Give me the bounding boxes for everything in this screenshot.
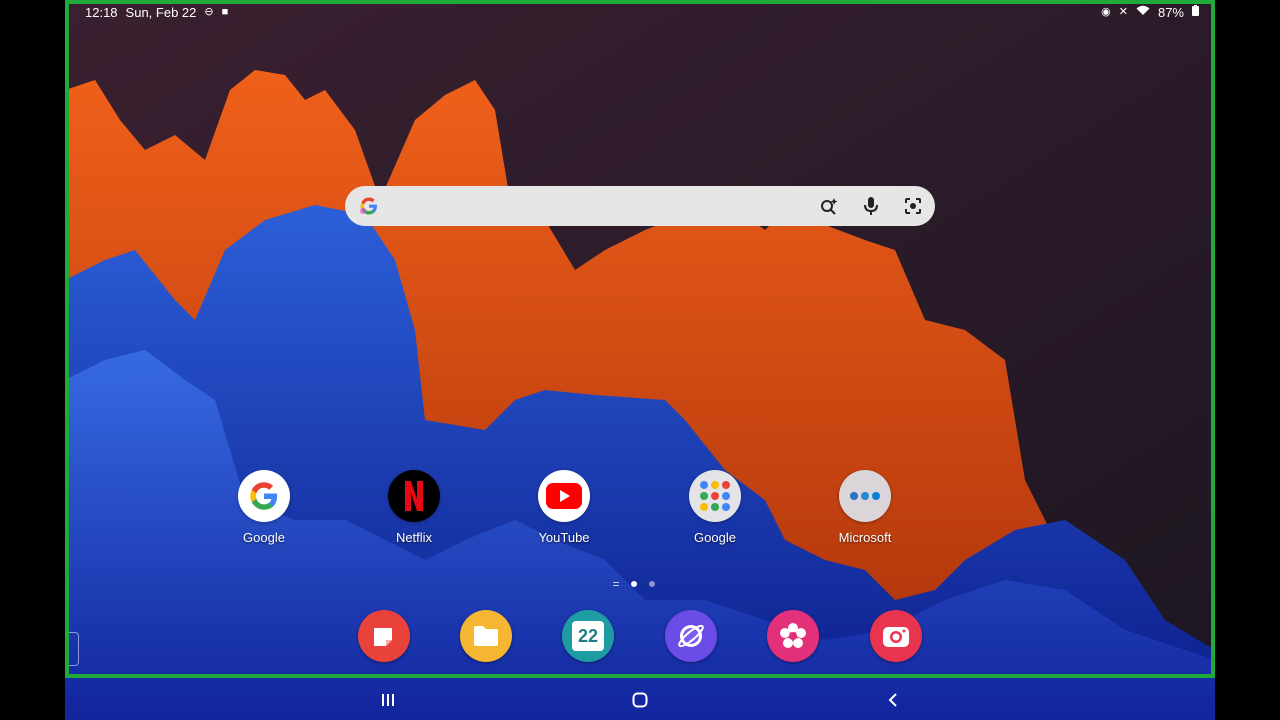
home-pages-icon (613, 582, 619, 586)
my-files-icon[interactable] (460, 610, 512, 662)
edge-panel-handle[interactable] (65, 632, 79, 666)
battery-icon (1192, 5, 1199, 19)
alarm-icon: ◉ (1101, 5, 1111, 18)
dnd-icon: ⊖ (204, 5, 214, 18)
camera-icon[interactable] (870, 610, 922, 662)
gallery-icon[interactable] (767, 610, 819, 662)
letterbox-left (0, 0, 65, 720)
app-label: YouTube (538, 530, 590, 545)
lens-camera-icon[interactable] (903, 196, 923, 216)
app-youtube[interactable]: YouTube (514, 470, 614, 545)
calendar-icon[interactable]: 22 (562, 610, 614, 662)
microphone-icon[interactable] (861, 196, 881, 216)
recent-apps-icon[interactable] (376, 688, 400, 712)
mute-icon: ✕ (1118, 5, 1128, 18)
status-time: 12:18 (85, 4, 118, 20)
google-logo-icon (355, 192, 383, 220)
screen-record-icon: ■ (221, 5, 229, 18)
app-label: Microsoft (838, 530, 892, 545)
samsung-internet-icon[interactable] (665, 610, 717, 662)
app-netflix[interactable]: Netflix (364, 470, 464, 545)
page-dot-active (631, 581, 637, 587)
calendar-date: 22 (572, 621, 604, 651)
samsung-notes-icon[interactable] (358, 610, 410, 662)
page-indicator[interactable] (613, 581, 655, 587)
home-icon[interactable] (628, 688, 652, 712)
battery-level: 87% (1157, 4, 1184, 20)
youtube-icon (538, 470, 590, 522)
folder-google[interactable]: Google (665, 470, 765, 545)
tablet-home-screen: 12:18 Sun, Feb 22 ⊖ ■ ◉ ✕ 87% Google Net… (65, 0, 1215, 720)
navigation-bar (65, 678, 1215, 720)
back-icon[interactable] (881, 688, 905, 712)
google-folder-icon (689, 470, 741, 522)
wifi-icon (1136, 5, 1150, 19)
letterbox-right (1215, 0, 1280, 720)
google-search-bar[interactable] (345, 186, 935, 226)
netflix-icon (388, 470, 440, 522)
page-dot (649, 581, 655, 587)
app-label: Netflix (395, 530, 433, 545)
folder-microsoft[interactable]: Microsoft (815, 470, 915, 545)
status-date: Sun, Feb 22 (125, 4, 197, 20)
ai-search-icon[interactable] (819, 196, 839, 216)
app-label: Google (243, 530, 285, 545)
app-label: Google (694, 530, 736, 545)
status-bar: 12:18 Sun, Feb 22 ⊖ ■ ◉ ✕ 87% (85, 3, 1199, 21)
microsoft-folder-icon (839, 470, 891, 522)
wallpaper (65, 0, 1215, 720)
google-icon (238, 470, 290, 522)
search-input[interactable] (383, 186, 819, 226)
app-google[interactable]: Google (214, 470, 314, 545)
